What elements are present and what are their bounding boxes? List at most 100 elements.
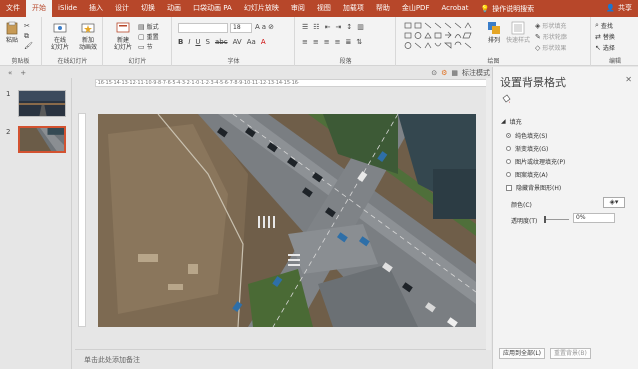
char-spacing-icon[interactable]: AV [233,38,242,46]
tab-wps-pdf[interactable]: 金山PDF [396,0,436,17]
increase-indent-icon[interactable]: ⇥ [335,23,341,31]
option-solid-fill[interactable]: 纯色填充(S) [506,131,548,140]
editor-top-toolbar: ⊙ ⚙ ▦ 标注模式 [431,67,490,78]
reset-background-button[interactable]: 重置背景(B) [550,348,591,359]
option-gradient-fill[interactable]: 渐变填充(G) [506,144,548,153]
color-picker-button[interactable]: ◈▾ [603,197,625,208]
bullets-icon[interactable]: ☰ [302,23,308,31]
cut-button[interactable]: ✂ [24,22,30,30]
transparency-label: 透明度(T) [511,218,538,225]
numbering-icon[interactable]: ☷ [313,23,319,31]
hide-background-graphics[interactable]: 隐藏背景图形(H) [506,183,561,192]
grid-icon[interactable]: ▦ [451,69,458,77]
strikethrough-icon[interactable]: abc [215,38,228,46]
slider-handle[interactable] [544,216,546,223]
tab-design[interactable]: 设计 [109,0,135,17]
transparency-slider[interactable] [544,216,569,223]
add-icon[interactable]: + [20,69,26,77]
tab-help[interactable]: 帮助 [370,0,396,17]
slide-thumbnail-1[interactable] [18,90,66,117]
transparency-input[interactable]: 0% [573,213,615,223]
online-slides-button[interactable]: 在线 幻灯片 [48,21,72,51]
font-name-combo[interactable] [178,23,228,33]
shapes-gallery[interactable] [403,21,481,53]
group-online-slides: 在线 幻灯片 新加 动画效 在线幻灯片 [43,17,103,66]
hide-bg-checkbox[interactable] [506,184,512,191]
font-size-buttons[interactable]: Aa ⊘ [255,23,274,31]
section-button[interactable]: ▭ 节 [138,42,153,52]
tab-animations[interactable]: 动画 [161,0,187,17]
close-icon[interactable]: ✕ [625,75,632,84]
cursor-icon: ↖ [595,43,601,52]
shadow-icon[interactable]: S [206,38,210,46]
font-color-icon[interactable]: A [261,38,266,46]
tab-file[interactable]: 文件 [0,0,26,17]
annotation-mode-label[interactable]: 标注模式 [462,68,490,78]
option-pattern-fill[interactable]: 图案填充(A) [506,170,548,179]
add-animation-button[interactable]: 新加 动画效 [75,21,101,51]
distributed-icon[interactable]: ≣ [346,38,352,46]
align-left-icon[interactable]: ≡ [302,38,308,46]
editor-vertical-scrollbar[interactable] [486,78,491,350]
share-button[interactable]: 👤 共享 [606,0,632,17]
decrease-indent-icon[interactable]: ⇤ [325,23,331,31]
reset-button[interactable]: ▢ 重置 [138,32,159,42]
slide-1-preview [19,91,65,116]
tab-addins[interactable]: 加载项 [337,0,370,17]
tab-pocket-animation[interactable]: 口袋动画 PA [187,0,238,17]
section-label: 节 [146,44,153,51]
tab-transitions[interactable]: 切换 [135,0,161,17]
radio-picture[interactable] [506,159,511,164]
apply-to-all-button[interactable]: 应用到全部(L) [499,348,546,359]
shape-fill-button[interactable]: ◈ 形状填充 [535,21,566,31]
tab-review[interactable]: 审阅 [285,0,311,17]
layout-button[interactable]: ▤ 版式 [138,22,159,32]
tab-islide[interactable]: iSlide [52,0,83,17]
quick-styles-button[interactable]: 快速样式 [505,21,531,44]
notes-area[interactable]: 单击此处添加备注 [75,349,490,369]
format-painter-button[interactable]: 🖌 [24,42,33,50]
notes-placeholder: 单击此处添加备注 [84,356,140,364]
tab-home[interactable]: 开始 [26,0,52,17]
new-slide-button[interactable]: 新建 幻灯片 [110,21,136,51]
shape-effects-button[interactable]: ◇ 形状效果 [535,43,566,53]
tell-me-box[interactable]: 💡 操作说明搜索 [480,4,534,14]
radio-solid[interactable] [506,133,511,138]
gear-icon[interactable]: ⚙ [441,69,447,77]
radio-pattern[interactable] [506,172,511,177]
shape-outline-button[interactable]: ✎ 形状轮廓 [535,32,567,42]
copy-button[interactable]: ⧉ [24,32,29,41]
underline-icon[interactable]: U [195,38,200,46]
justify-icon[interactable]: ≡ [335,38,341,46]
font-size-combo[interactable]: 18 [230,23,252,33]
transparency-row: 透明度(T) [511,216,537,225]
tab-slideshow[interactable]: 幻灯片放映 [238,0,285,17]
fill-category-icon[interactable] [501,94,511,104]
italic-icon[interactable]: I [188,38,190,46]
option-picture-fill[interactable]: 图片或纹理填充(P) [506,157,565,166]
align-center-icon[interactable]: ≡ [313,38,319,46]
effects-icon: ◇ [535,43,541,52]
align-right-icon[interactable]: ≡ [324,38,330,46]
align-row: ≡ ≡ ≡ ≡ ≣ ⇅ [302,38,362,46]
select-button[interactable]: ↖ 选择 [595,43,615,53]
tab-view[interactable]: 视图 [311,0,337,17]
columns-icon[interactable]: ▥ [357,23,364,31]
replace-button[interactable]: ⇄ 替换 [595,32,615,42]
tab-acrobat[interactable]: Acrobat [435,0,474,17]
fill-section-header[interactable]: ◢ 填充 [501,117,522,126]
slide-canvas[interactable] [98,114,476,327]
change-case-icon[interactable]: Aa [247,38,256,46]
arrange-button[interactable]: 排列 [485,21,503,44]
collapse-icon[interactable]: « [8,69,12,77]
line-spacing-icon[interactable]: ↕ [346,23,352,31]
tab-insert[interactable]: 插入 [83,0,109,17]
find-button[interactable]: ⌕ 查找 [595,21,613,30]
slide-thumbnail-2[interactable] [18,126,66,153]
bold-icon[interactable]: B [178,38,183,46]
aerial-road-photo [98,114,476,327]
paste-button[interactable]: 粘贴 [5,21,19,44]
text-direction-icon[interactable]: ⇅ [356,38,362,46]
circle-icon[interactable]: ⊙ [431,69,437,77]
radio-gradient[interactable] [506,146,511,151]
